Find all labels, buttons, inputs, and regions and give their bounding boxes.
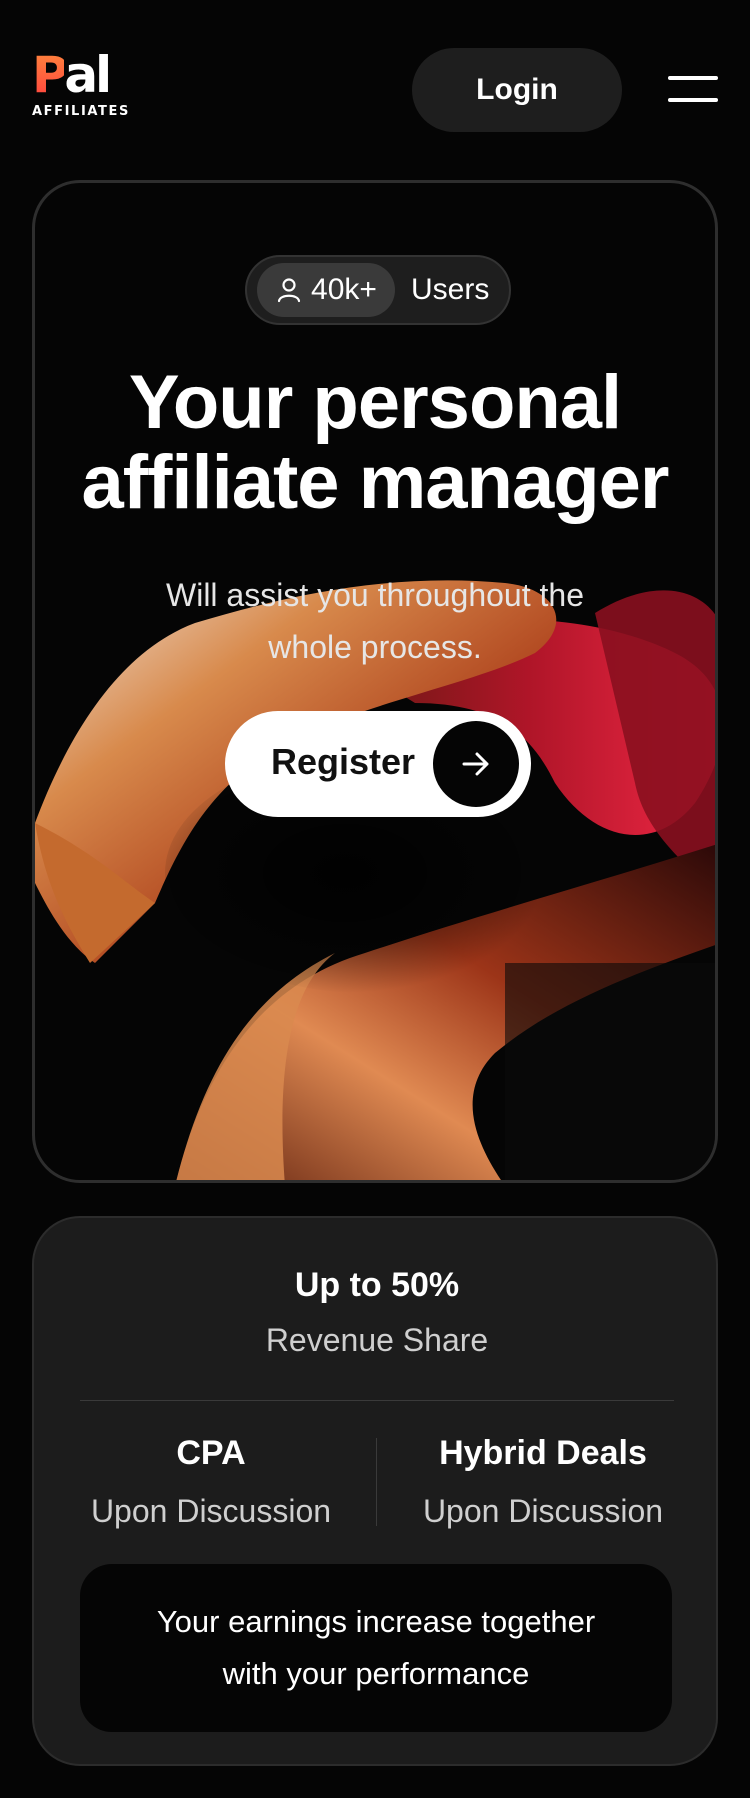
logo-letters-al: al [64, 46, 112, 104]
vertical-divider [376, 1438, 377, 1526]
revenue-share-label: Revenue Share [265, 1322, 489, 1358]
revenue-share-value: Up to 50% [294, 1266, 460, 1304]
horizontal-divider [80, 1400, 674, 1401]
menu-line [668, 76, 718, 80]
hero-title: Your personal affiliate manager [35, 363, 715, 523]
abstract-3d-ribbon-artwork [35, 580, 715, 1180]
earnings-note-box: Your earnings increase together with you… [80, 1564, 672, 1732]
users-label: Users [411, 273, 490, 306]
hero-title-line-2: affiliate manager [81, 440, 670, 525]
cpa-subtitle: Upon Discussion [90, 1493, 332, 1529]
hero-card: 40k+ Users Your personal affiliate manag… [32, 180, 718, 1183]
hamburger-menu-icon[interactable] [668, 72, 720, 106]
register-button[interactable]: Register [225, 711, 531, 817]
users-count: 40k+ [311, 273, 377, 306]
register-label: Register [271, 741, 416, 782]
users-count-badge: 40k+ Users [245, 255, 511, 325]
arrow-right-icon [433, 721, 519, 807]
hero-title-line-1: Your personal [128, 360, 622, 445]
hybrid-deals-subtitle: Upon Discussion [422, 1493, 664, 1529]
commission-stats-card: Up to 50% Revenue Share CPA Upon Discuss… [32, 1216, 718, 1766]
logo-wordmark: Pal [32, 50, 112, 100]
cpa-title: CPA [176, 1434, 246, 1472]
hybrid-deals-column: Hybrid Deals Upon Discussion [378, 1430, 708, 1534]
hybrid-deals-title: Hybrid Deals [439, 1434, 647, 1472]
cpa-column: CPA Upon Discussion [46, 1430, 376, 1534]
earnings-note: Your earnings increase together with you… [156, 1604, 596, 1691]
user-icon [277, 278, 301, 303]
logo-subtitle: AFFILIATES [32, 104, 130, 119]
hero-subtitle: Will assist you throughout the whole pro… [166, 577, 584, 665]
logo-letter-p: P [32, 46, 67, 104]
site-header: Pal AFFILIATES Login [0, 0, 750, 170]
users-count-pill: 40k+ [257, 263, 395, 317]
menu-line [668, 98, 718, 102]
pal-affiliates-logo[interactable]: Pal AFFILIATES [32, 50, 144, 120]
login-button[interactable]: Login [412, 48, 622, 132]
